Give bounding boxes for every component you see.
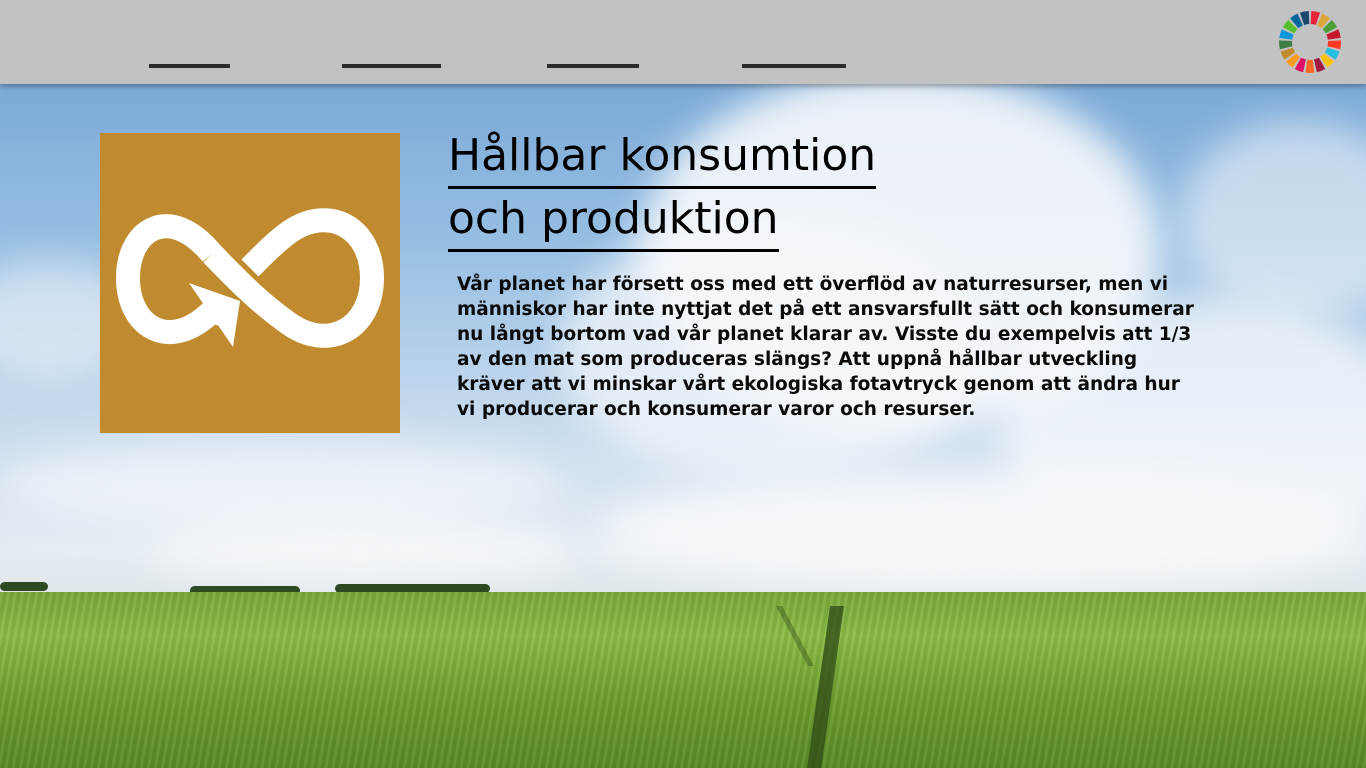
sdg-color-wheel-icon[interactable] (1278, 10, 1342, 74)
nav-link-2[interactable] (342, 64, 441, 68)
sdg-wheel-segment (1278, 40, 1293, 50)
sdg-wheel-segment (1327, 40, 1342, 50)
description-text: Vår planet har försett oss med ett överf… (457, 274, 1194, 420)
page-title: Hållbar konsumtion och produktion (448, 126, 877, 252)
infinity-arrow-icon (115, 208, 385, 348)
goal-12-tile (100, 133, 400, 433)
title-line-2: och produktion (448, 189, 779, 252)
title-line-1: Hållbar konsumtion (448, 126, 877, 189)
grass-field (0, 592, 1366, 768)
top-navigation-bar (0, 0, 1366, 84)
nav-link-3[interactable] (547, 64, 639, 68)
nav-link-1[interactable] (149, 64, 230, 68)
sdg-wheel-segment (1305, 59, 1315, 74)
nav-link-4[interactable] (742, 64, 846, 68)
